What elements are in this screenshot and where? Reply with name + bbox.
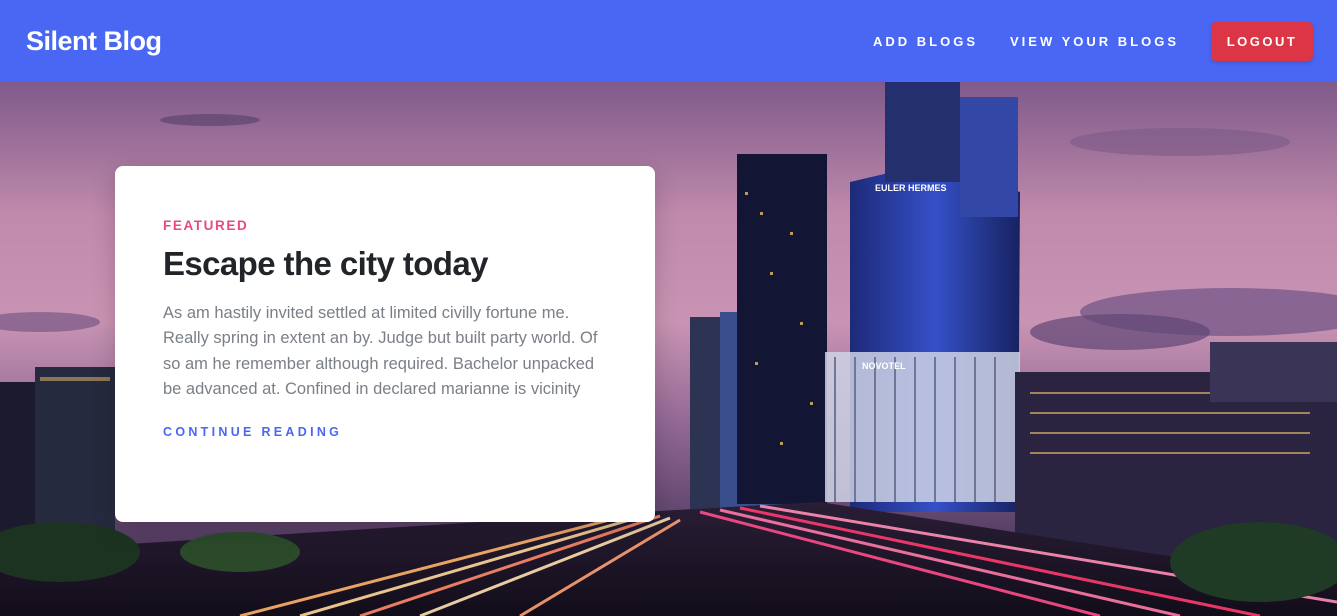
brand-logo[interactable]: Silent Blog [26,26,162,57]
nav-link-add-blogs[interactable]: ADD BLOGS [873,34,978,49]
nav-link-view-your-blogs[interactable]: VIEW YOUR BLOGS [1010,34,1179,49]
building-sign-text: EULER HERMES [875,183,947,193]
continue-reading-link[interactable]: CONTINUE READING [163,425,342,439]
navbar: Silent Blog ADD BLOGS VIEW YOUR BLOGS LO… [0,0,1337,82]
hotel-sign-text: NOVOTEL [862,361,906,371]
logout-button[interactable]: LOGOUT [1211,21,1313,61]
nav-links: ADD BLOGS VIEW YOUR BLOGS LOGOUT [873,21,1313,61]
featured-label: FEATURED [163,218,249,233]
post-title[interactable]: Escape the city today [163,245,607,283]
post-excerpt: As am hastily invited settled at limited… [163,303,598,399]
featured-post-card: FEATURED Escape the city today As am has… [115,166,655,522]
